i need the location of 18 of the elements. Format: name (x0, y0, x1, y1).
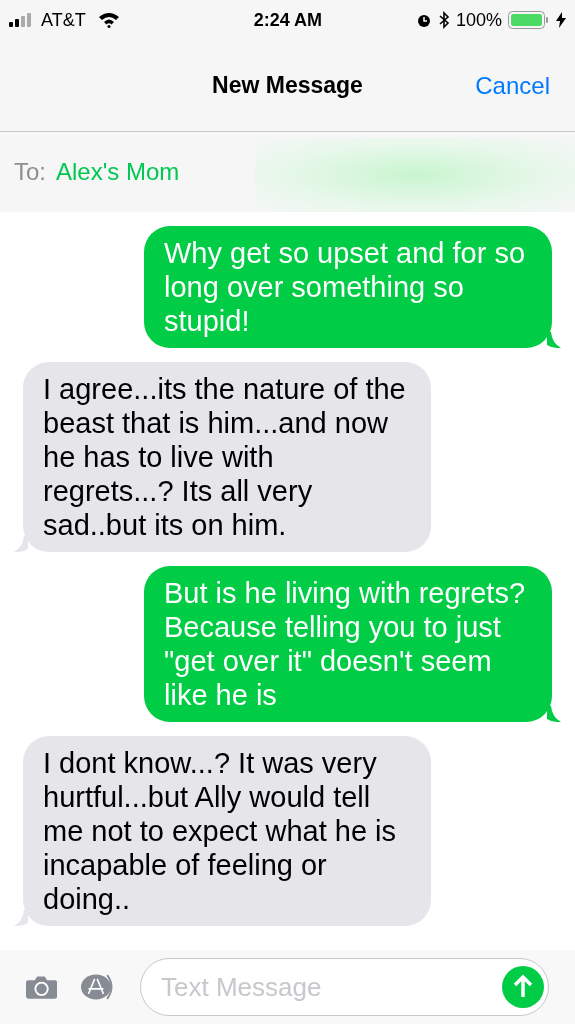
status-time: 2:24 AM (253, 8, 322, 32)
bubble-tail (547, 332, 561, 348)
charging-icon (556, 12, 566, 28)
bubble-tail (14, 910, 28, 926)
header-title: New Message (212, 71, 363, 101)
to-label: To: (14, 157, 46, 187)
battery-icon (508, 11, 550, 29)
alarm-icon (415, 12, 432, 28)
wifi-icon (97, 12, 120, 28)
bubble-tail (14, 536, 28, 552)
message-input-field[interactable]: Text Message (140, 958, 549, 1016)
cancel-button[interactable]: Cancel (475, 67, 550, 104)
bubble-tail (547, 706, 561, 722)
recipient-name[interactable]: Alex's Mom (56, 154, 180, 190)
send-icon[interactable] (502, 966, 544, 1008)
carrier-text: AT&T (41, 8, 86, 32)
bluetooth-icon (437, 11, 450, 29)
battery-percent: 100% (455, 8, 502, 32)
